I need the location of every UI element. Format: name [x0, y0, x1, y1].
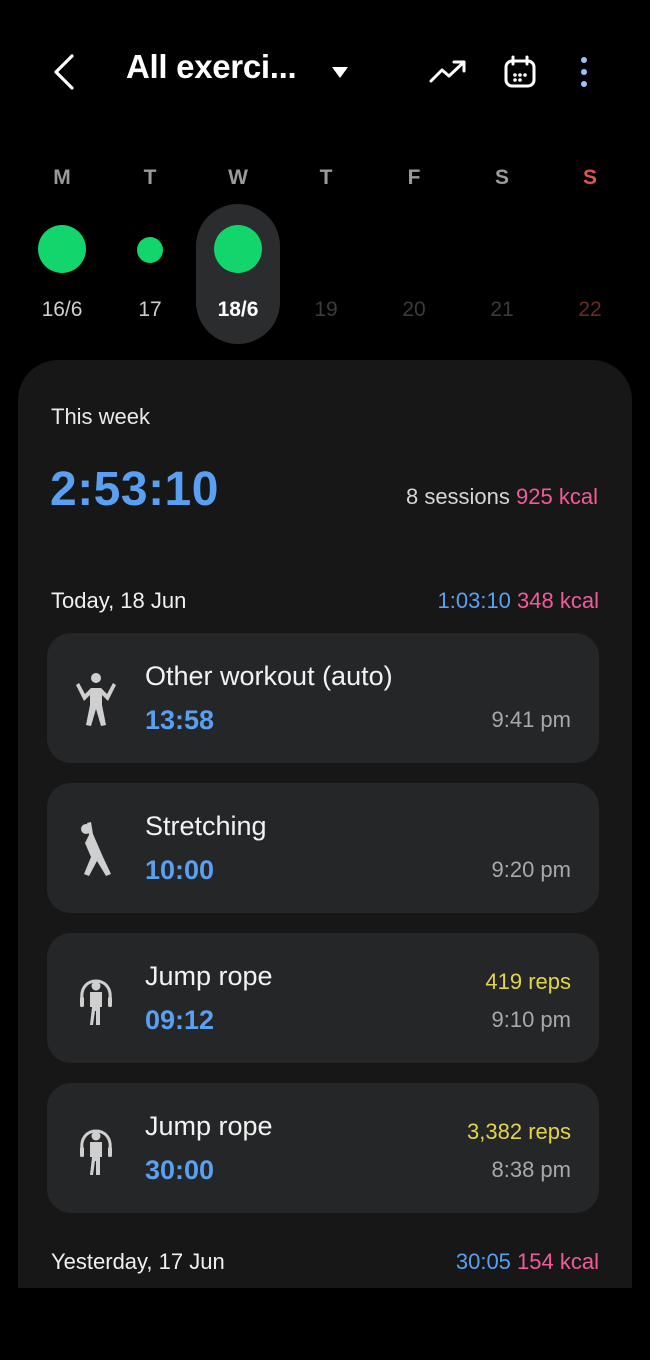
workout-name: Jump rope: [145, 1111, 273, 1141]
day-header-label: Yesterday, 17 Jun: [51, 1249, 225, 1274]
day-date: 18/6: [217, 298, 259, 321]
day-letter: S: [494, 166, 509, 189]
workout-reps: 419 reps: [485, 969, 571, 994]
workout-time: 9:10 pm: [491, 1007, 572, 1032]
day-header-totals: 30:05 154 kcal: [456, 1249, 599, 1275]
day-total-kcal: 154 kcal: [517, 1249, 599, 1274]
day-date: 17: [138, 298, 162, 321]
workout-card[interactable]: Stretching 10:00 9:20 pm: [47, 783, 599, 913]
back-chevron-icon: [54, 54, 74, 90]
stretching-icon: [81, 822, 111, 876]
exercise-filter-dropdown[interactable]: All exerci...: [126, 48, 297, 86]
day-total-duration: 30:05: [455, 1249, 511, 1274]
calendar-icon: [504, 55, 536, 88]
day-total-duration: 1:03:10: [437, 588, 511, 613]
jump-rope-icon: [80, 1129, 112, 1175]
day-letter: S: [582, 166, 597, 189]
day-monday[interactable]: M 16/6: [18, 160, 106, 350]
workout-name: Stretching: [145, 811, 267, 841]
workout-duration: 10:00: [145, 855, 215, 885]
workout-time: 9:41 pm: [491, 707, 572, 732]
back-button[interactable]: [44, 50, 84, 94]
day-letter: T: [319, 166, 333, 189]
activity-dot: [137, 237, 163, 263]
day-wednesday[interactable]: W 18/6: [194, 160, 282, 350]
more-options-button[interactable]: [562, 50, 606, 94]
today-header: Today, 18 Jun 1:03:10 348 kcal: [51, 588, 599, 614]
dropdown-caret-icon[interactable]: [330, 64, 350, 80]
sessions-word: sessions: [424, 484, 510, 509]
person-standing-icon: [76, 673, 116, 726]
workout-duration: 30:00: [145, 1155, 215, 1185]
day-tuesday[interactable]: T 17: [106, 160, 194, 350]
trend-icon: [429, 60, 466, 83]
jump-rope-icon: [80, 979, 112, 1025]
workout-time: 8:38 pm: [491, 1157, 572, 1182]
workout-card[interactable]: Other workout (auto) 13:58 9:41 pm: [47, 633, 599, 763]
activity-dot: [38, 225, 86, 273]
day-date: 21: [490, 298, 514, 321]
workout-time: 9:20 pm: [491, 857, 572, 882]
page-title: All exerci...: [126, 48, 297, 85]
workout-duration: 13:58: [145, 705, 215, 735]
day-total-kcal: 348 kcal: [517, 588, 599, 613]
week-kcal-unit: kcal: [558, 484, 598, 509]
workout-reps: 3,382 reps: [467, 1119, 571, 1144]
week-summary-label: This week: [51, 404, 151, 429]
week-day-strip: M 16/6 T 17 W 18/6 T 19 F 20 S 21 S 22: [18, 160, 632, 350]
week-total-duration: 2:53:10: [50, 463, 219, 516]
week-kcal-value: 925: [516, 484, 553, 509]
day-letter: W: [228, 166, 248, 189]
day-thursday[interactable]: T 19: [282, 160, 370, 350]
workout-card[interactable]: Jump rope 09:12 419 reps 9:10 pm: [47, 933, 599, 1063]
day-header-label: Today, 18 Jun: [51, 588, 187, 613]
day-sunday[interactable]: S 22: [546, 160, 634, 350]
day-date: 20: [402, 298, 426, 321]
week-sessions-summary: 8 sessions 925 kcal: [406, 484, 598, 510]
activity-dot: [214, 225, 262, 273]
day-letter: F: [407, 166, 421, 189]
calendar-button[interactable]: [498, 50, 542, 94]
workout-name: Other workout (auto): [145, 661, 393, 691]
yesterday-header: Yesterday, 17 Jun 30:05 154 kcal: [51, 1249, 599, 1275]
day-friday[interactable]: F 20: [370, 160, 458, 350]
sessions-count: 8: [405, 484, 419, 509]
day-date: 16/6: [41, 298, 83, 321]
workout-name: Jump rope: [145, 961, 273, 991]
day-date: 19: [314, 298, 338, 321]
exercise-list-panel: This week 2:53:10 8 sessions 925 kcal To…: [18, 360, 632, 1288]
day-letter: T: [143, 166, 157, 189]
day-saturday[interactable]: S 21: [458, 160, 546, 350]
day-header-totals: 1:03:10 348 kcal: [438, 588, 599, 614]
workout-duration: 09:12: [145, 1005, 215, 1035]
day-date: 22: [578, 298, 602, 321]
more-vertical-icon: [581, 57, 587, 87]
day-letter: M: [53, 166, 71, 189]
workout-card[interactable]: Jump rope 30:00 3,382 reps 8:38 pm: [47, 1083, 599, 1213]
top-app-bar: All exerci...: [0, 0, 650, 140]
trends-button[interactable]: [426, 50, 470, 94]
